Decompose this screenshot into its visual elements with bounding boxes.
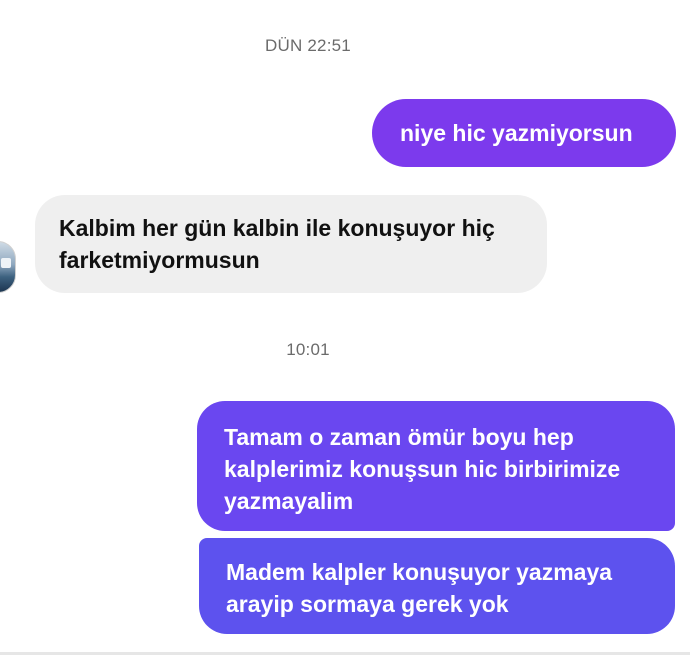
message-line: Kalbim her gün kalbin ile konuşuyor hiç [59,215,495,241]
timestamp-divider: DÜN 22:51 [265,36,351,55]
contact-avatar[interactable] [0,241,16,293]
message-line: yazmayalim [224,488,354,514]
message-line: farketmiyormusun [59,247,260,273]
avatar-photo-detail [1,258,11,268]
timestamp-divider: 10:01 [286,340,330,359]
incoming-message-bubble[interactable]: Kalbim her gün kalbin ile konuşuyor hiç … [35,195,547,293]
outgoing-message-bubble[interactable]: niye hic yazmiyorsun [372,99,676,167]
message-line: niye hic yazmiyorsun [400,120,633,146]
message-line: kalplerimiz konuşsun hic birbirimize [224,456,621,482]
outgoing-message-bubble[interactable]: Madem kalpler konuşuyor yazmaya arayip s… [199,538,675,634]
message-line: arayip sormaya gerek yok [226,591,509,617]
message-line: Tamam o zaman ömür boyu hep [224,424,574,450]
outgoing-message-bubble[interactable]: Tamam o zaman ömür boyu hep kalplerimiz … [197,401,675,531]
message-line: Madem kalpler konuşuyor yazmaya [226,559,613,585]
